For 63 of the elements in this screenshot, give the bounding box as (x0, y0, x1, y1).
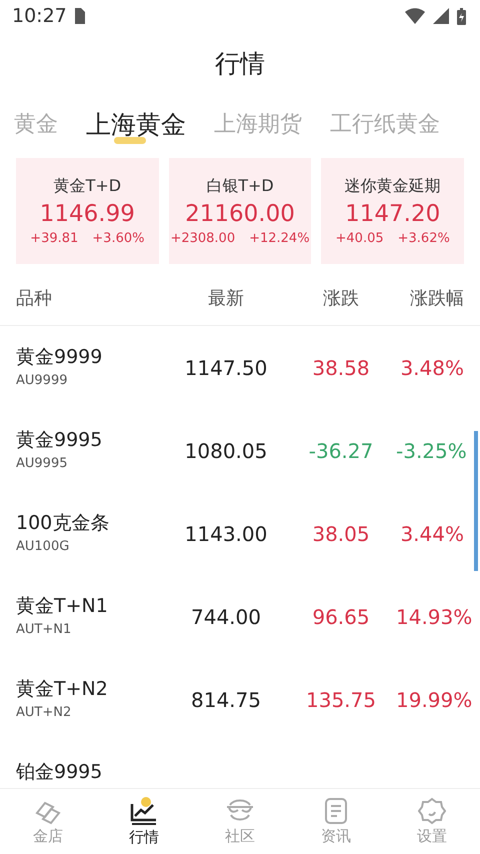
market-tab[interactable]: 工行纸黄金 (330, 109, 440, 139)
card-price: 21160.00 (185, 201, 295, 227)
market-tab[interactable]: 上海期货 (214, 109, 302, 139)
wifi-icon (405, 8, 425, 24)
product-name: 黄金T+N2 (16, 677, 109, 702)
card-percent: +3.62% (398, 231, 450, 246)
signal-icon (433, 8, 449, 24)
column-header: 最新 (207, 286, 245, 310)
page-title: 行情 (215, 48, 265, 80)
card-percent: +3.60% (92, 231, 144, 246)
price-change: 135.75 (305, 688, 377, 712)
nav-tab[interactable]: 资讯 (288, 789, 384, 854)
nav-tab[interactable]: 设置 (384, 789, 480, 854)
column-header: 品种 (16, 286, 53, 310)
quote-card[interactable]: 黄金T+D 1146.99 +39.81 +3.60% (16, 158, 159, 264)
product-code: AU9999 (16, 373, 68, 388)
card-price: 1146.99 (40, 201, 135, 227)
card-change: +40.05 (336, 231, 384, 246)
quote-card[interactable]: 白银T+D 21160.00 +2308.00 +12.24% (168, 158, 312, 264)
product-name: 铂金9995 (16, 760, 104, 785)
quote-card[interactable]: 迷你黄金延期 1147.20 +40.05 +3.62% (321, 158, 464, 264)
column-header: 涨跌 (322, 286, 360, 310)
percent-change: 19.99% (396, 688, 472, 712)
percent-change: 14.93% (396, 604, 472, 628)
percent-change: 3.44% (399, 522, 464, 546)
card-name: 黄金T+D (54, 176, 122, 197)
price-change: 38.05 (311, 522, 371, 546)
sim-card-icon (74, 8, 85, 24)
column-header: 涨跌幅 (409, 286, 464, 310)
percent-change: -3.25% (396, 438, 467, 462)
percent-change: 3.48% (399, 356, 464, 380)
nav-tab[interactable]: 金店 (0, 789, 96, 854)
card-name: 迷你黄金延期 (344, 176, 441, 197)
card-change: +39.81 (30, 231, 78, 246)
market-tab[interactable]: 黄金 (14, 109, 58, 139)
product-name: 黄金9995 (16, 428, 104, 453)
card-percent: +12.24% (249, 231, 310, 246)
last-price: 814.75 (190, 688, 262, 712)
battery-icon (457, 8, 466, 24)
product-name: 黄金T+N1 (16, 594, 109, 619)
card-name: 白银T+D (206, 176, 274, 197)
product-code: AUT+N2 (16, 705, 72, 720)
status-time: 10:27 (12, 5, 67, 27)
chart-icon (129, 796, 159, 826)
document-icon (323, 797, 349, 825)
price-change: 38.58 (311, 356, 371, 380)
flower-smile-icon (418, 797, 446, 825)
market-tab[interactable]: 上海黄金 (86, 108, 186, 140)
card-price: 1147.20 (345, 201, 440, 227)
price-change: -36.27 (308, 438, 374, 462)
product-code: AU100G (16, 539, 70, 554)
last-price: 1147.50 (184, 356, 268, 380)
nav-tab[interactable]: 行情 (96, 789, 192, 854)
nav-tab[interactable]: 社区 (192, 789, 288, 854)
product-name: 100克金条 (16, 511, 110, 536)
product-code: AU9995 (16, 456, 68, 471)
last-price: 1143.00 (184, 522, 268, 546)
price-change: 96.65 (311, 604, 371, 628)
product-name: 黄金9999 (16, 345, 104, 370)
last-price: 744.00 (190, 604, 262, 628)
product-code: AUT+N1 (16, 622, 72, 637)
last-price: 1080.05 (184, 438, 268, 462)
card-change: +2308.00 (170, 231, 236, 246)
